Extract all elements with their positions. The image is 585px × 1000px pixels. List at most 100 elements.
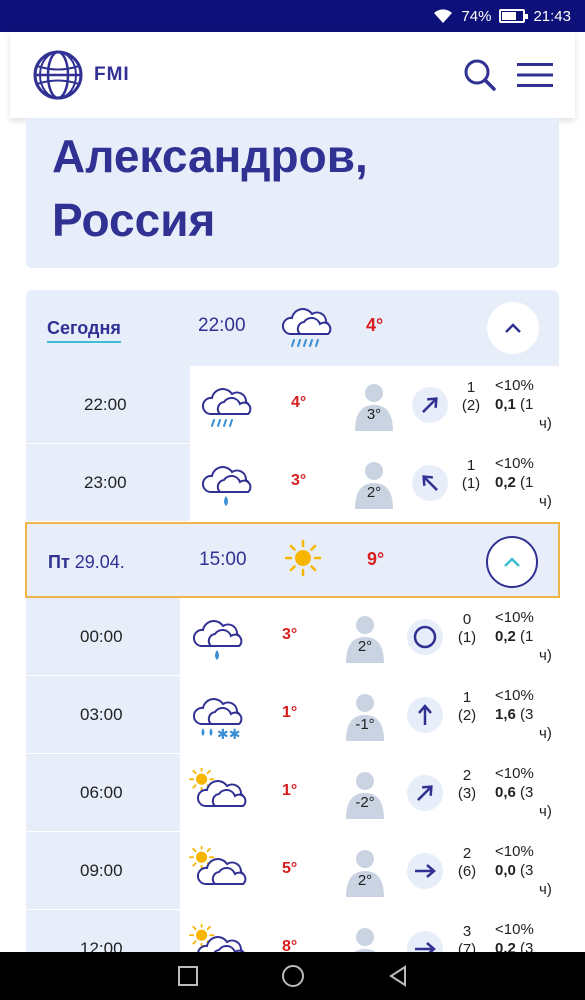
collapse-button[interactable] bbox=[487, 302, 539, 354]
wind-direction bbox=[407, 775, 443, 811]
day-time: 15:00 bbox=[199, 549, 247, 570]
wind-direction bbox=[407, 853, 443, 889]
recent-apps-icon[interactable] bbox=[177, 965, 199, 987]
logo-text: FMI bbox=[94, 64, 130, 85]
collapse-button[interactable] bbox=[486, 536, 538, 588]
hour-time: 00:00 bbox=[80, 627, 123, 646]
day-label-weekday: Пт bbox=[48, 552, 70, 572]
wind-speed-value: 1 bbox=[462, 689, 472, 706]
precip-period-unit: ч) bbox=[539, 415, 552, 432]
feels-like: -1° bbox=[342, 693, 388, 741]
precip-probability: <10% bbox=[495, 843, 534, 860]
day-temperature: 9° bbox=[367, 549, 385, 569]
feels-like-value: 2° bbox=[357, 638, 373, 655]
cloud-drop-icon bbox=[201, 466, 252, 506]
feels-like: 2° bbox=[342, 849, 388, 897]
precip-amount: 0,0 bbox=[495, 862, 516, 879]
precip-amount: 0,2 bbox=[495, 474, 516, 491]
wind-calm-icon bbox=[413, 625, 437, 649]
hour-temperature: 1° bbox=[282, 782, 298, 799]
home-icon[interactable] bbox=[281, 964, 305, 988]
cloud-drop-icon bbox=[192, 620, 243, 660]
hour-temperature: 3° bbox=[282, 626, 298, 643]
battery-percent: 74% bbox=[461, 7, 492, 25]
menu-icon[interactable] bbox=[517, 61, 553, 89]
cloud-sleet-icon: ✱✱ bbox=[192, 698, 243, 743]
svg-text:✱✱: ✱✱ bbox=[217, 727, 240, 742]
precipitation: <10% 0,6 (3 ч) bbox=[495, 764, 555, 821]
wind-arrow-icon bbox=[415, 864, 436, 878]
battery-icon bbox=[499, 9, 529, 23]
chevron-up-icon bbox=[505, 323, 521, 333]
wind-gust-value: (2) bbox=[457, 707, 477, 724]
wind-speed-value: 1 bbox=[466, 379, 476, 396]
hour-temperature: 4° bbox=[291, 394, 307, 411]
hour-time: 23:00 bbox=[84, 473, 127, 492]
precip-period: (3 bbox=[515, 784, 534, 801]
back-icon[interactable] bbox=[387, 965, 409, 987]
wind-gust-value: (3) bbox=[457, 785, 477, 802]
cloud-rain-icon bbox=[281, 308, 332, 347]
day-header-today[interactable]: Сегодня 22:00 4° bbox=[26, 290, 559, 366]
precip-probability: <10% bbox=[495, 377, 534, 394]
day-label: Сегодня bbox=[47, 318, 121, 343]
search-icon[interactable] bbox=[463, 58, 497, 92]
wind-arrow-icon bbox=[422, 475, 438, 491]
hour-temperature: 1° bbox=[282, 704, 298, 721]
wind-speed-value: 3 bbox=[462, 923, 472, 940]
wind-gust-value: (2) bbox=[461, 397, 481, 414]
precip-period-unit: ч) bbox=[539, 803, 552, 820]
feels-like: -2° bbox=[342, 771, 388, 819]
hourly-row: 23:00 3° 2° 1 (1) <10% 0,2 (1 ч) bbox=[26, 444, 559, 522]
location-city: Александров, bbox=[52, 130, 368, 182]
hour-time: 09:00 bbox=[80, 861, 123, 880]
hour-time: 06:00 bbox=[80, 783, 123, 802]
precip-period: (3 bbox=[515, 862, 534, 879]
day-temperature: 4° bbox=[366, 315, 384, 335]
fmi-logo[interactable]: FMI bbox=[32, 49, 130, 101]
precipitation: <10% 0,2 (1 ч) bbox=[495, 608, 555, 665]
precip-amount: 0,6 bbox=[495, 784, 516, 801]
feels-like-value: 2° bbox=[366, 484, 382, 501]
feels-like: 2° bbox=[342, 615, 388, 663]
day-header-friday[interactable]: Пт 29.04. 15:00 9° bbox=[25, 522, 560, 598]
precip-amount: 0,1 bbox=[495, 396, 516, 413]
feels-like-value: 2° bbox=[357, 872, 373, 889]
hour-temperature: 3° bbox=[291, 472, 307, 489]
feels-like: 2° bbox=[351, 461, 397, 509]
precip-probability: <10% bbox=[495, 921, 534, 938]
cloud-rain-icon bbox=[201, 388, 252, 427]
hour-time: 03:00 bbox=[80, 705, 123, 724]
wind-gust-value: (1) bbox=[461, 475, 481, 492]
precipitation: <10% 1,6 (3 ч) bbox=[495, 686, 555, 743]
precip-probability: <10% bbox=[495, 455, 534, 472]
app-header: FMI bbox=[10, 32, 575, 118]
wind-direction bbox=[407, 697, 443, 733]
day-label-date: 29.04. bbox=[69, 552, 125, 572]
chevron-up-icon bbox=[504, 557, 520, 567]
precipitation: <10% 0,0 (3 ч) bbox=[495, 842, 555, 899]
precipitation: <10% 0,2 (1 ч) bbox=[495, 454, 555, 511]
wind-arrow-icon bbox=[422, 397, 438, 413]
precip-period: (1 bbox=[515, 474, 534, 491]
wind-speed: 2 (6) bbox=[452, 845, 482, 881]
wind-speed-value: 2 bbox=[462, 845, 472, 862]
precip-period-unit: ч) bbox=[539, 647, 552, 664]
wind-direction bbox=[407, 619, 443, 655]
precip-amount: 1,6 bbox=[495, 706, 516, 723]
globe-logo-icon bbox=[33, 50, 83, 100]
wind-speed: 0 (1) bbox=[452, 611, 482, 647]
status-bar: 74% 21:43 bbox=[0, 0, 585, 32]
wind-speed-value: 1 bbox=[466, 457, 476, 474]
wind-speed: 1 (1) bbox=[456, 457, 486, 493]
forecast-list: Сегодня 22:00 4° 22:00 4° 3° 1 (2) <10% 0,1 (1… bbox=[25, 290, 560, 988]
clock: 21:43 bbox=[533, 7, 571, 25]
precipitation: <10% 0,1 (1 ч) bbox=[495, 376, 555, 433]
feels-like-value: 3° bbox=[366, 406, 382, 423]
hour-temperature: 5° bbox=[282, 860, 298, 877]
wind-speed: 2 (3) bbox=[452, 767, 482, 803]
feels-like-value: -2° bbox=[355, 794, 375, 811]
wifi-icon bbox=[434, 9, 453, 23]
precip-period-unit: ч) bbox=[539, 725, 552, 742]
hourly-row: 00:00 3° 2° 0 (1) <10% 0,2 (1 ч) bbox=[26, 598, 559, 676]
